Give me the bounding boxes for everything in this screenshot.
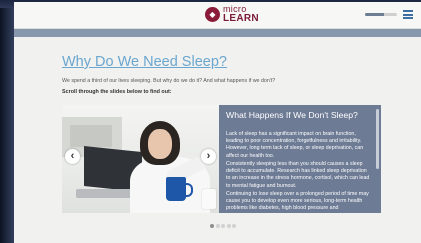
instruction-text: Scroll through the slides below to find … xyxy=(62,89,172,95)
slide-image xyxy=(62,105,219,213)
intro-text: We spend a third of our lives sleeping. … xyxy=(62,78,276,84)
pagination-dot[interactable] xyxy=(232,224,236,228)
chevron-right-icon[interactable]: › xyxy=(201,149,216,164)
chevron-left-icon[interactable]: ‹ xyxy=(65,149,80,164)
slide-paragraph: Consistently sleeping less than you shou… xyxy=(226,161,370,189)
lesson-content: Why Do We Need Sleep? We spend a third o… xyxy=(62,54,402,95)
slide-scrollbar[interactable] xyxy=(376,109,379,169)
slide-text-panel: What Happens If We Don't Sleep? Lack of … xyxy=(219,105,381,213)
page-title: Why Do We Need Sleep? xyxy=(62,54,227,70)
slide-paragraph: Lack of sleep has a significant impact o… xyxy=(226,131,364,159)
slide-paragraph: Continuing to lose sleep over a prolonge… xyxy=(226,191,369,212)
header-band xyxy=(14,29,421,37)
slide-title: What Happens If We Don't Sleep? xyxy=(226,110,358,120)
course-progress-bar xyxy=(365,13,397,16)
progress-fill xyxy=(365,13,385,16)
top-bar: ◆ micro LEARN xyxy=(14,2,421,29)
screen: ◆ micro LEARN Why Do We Need Sleep? We s… xyxy=(14,2,421,243)
pagination-dot[interactable] xyxy=(215,224,220,228)
slide-pagination xyxy=(210,224,240,229)
logo-text: micro LEARN xyxy=(223,5,259,24)
slide-carousel: ‹ › What Happens If We Don't Sleep? Lack… xyxy=(62,105,381,213)
pagination-dot[interactable] xyxy=(221,224,225,228)
hamburger-icon[interactable] xyxy=(403,10,413,19)
logo-text-bottom: LEARN xyxy=(223,13,259,24)
pagination-dot[interactable] xyxy=(226,224,231,228)
pagination-dot[interactable] xyxy=(210,224,214,228)
logo-mark-icon: ◆ xyxy=(205,7,220,22)
